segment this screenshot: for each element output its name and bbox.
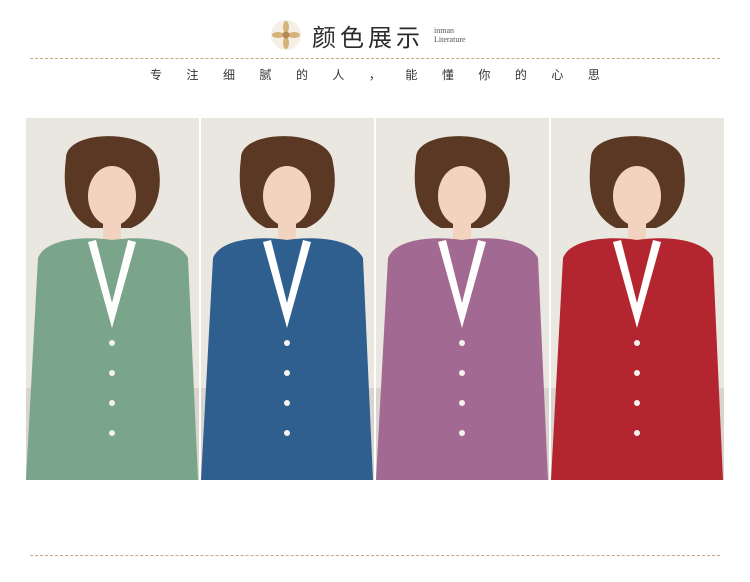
tagline-char: 注 bbox=[186, 68, 199, 82]
color-photo-green[interactable] bbox=[26, 118, 199, 480]
title-block: 颜色展示 inman Literature bbox=[270, 18, 466, 52]
model-illustration bbox=[201, 118, 374, 480]
color-photo-blue[interactable] bbox=[201, 118, 374, 480]
model-illustration bbox=[551, 118, 724, 480]
tagline-char: 细 bbox=[222, 68, 235, 82]
tagline-char: 的 bbox=[295, 68, 308, 82]
divider-top bbox=[30, 58, 720, 59]
sweater-body bbox=[551, 238, 723, 480]
divider-bottom bbox=[30, 555, 720, 556]
tagline-char: 腻 bbox=[259, 68, 272, 82]
sweater-body bbox=[201, 238, 373, 480]
tagline-char: 你 bbox=[478, 68, 491, 82]
tagline-char: 能 bbox=[405, 68, 418, 82]
subtitle-line-2: Literature bbox=[434, 35, 466, 44]
sweater-body bbox=[376, 238, 548, 480]
tagline-char: 的 bbox=[514, 68, 527, 82]
model-illustration bbox=[376, 118, 549, 480]
tagline-char: 专 bbox=[150, 68, 163, 82]
subtitle: inman Literature bbox=[434, 26, 466, 44]
section-header: 颜色展示 inman Literature 专 注 细 腻 的 人 ， 能 懂 … bbox=[0, 0, 750, 120]
sweater-body bbox=[26, 238, 198, 480]
subtitle-line-1: inman bbox=[434, 26, 454, 35]
tagline: 专 注 细 腻 的 人 ， 能 懂 你 的 心 思 bbox=[150, 66, 600, 83]
flower-icon bbox=[271, 20, 301, 50]
color-photo-red[interactable] bbox=[551, 118, 724, 480]
color-gallery bbox=[26, 118, 724, 480]
tagline-char: 心 bbox=[551, 68, 564, 82]
color-photo-purple[interactable] bbox=[376, 118, 549, 480]
tagline-char: 思 bbox=[587, 68, 600, 82]
tagline-char: 懂 bbox=[441, 68, 454, 82]
model-illustration bbox=[26, 118, 199, 480]
page-title: 颜色展示 bbox=[312, 23, 424, 52]
tagline-char: 人 bbox=[332, 68, 345, 82]
tagline-char: ， bbox=[368, 68, 381, 82]
